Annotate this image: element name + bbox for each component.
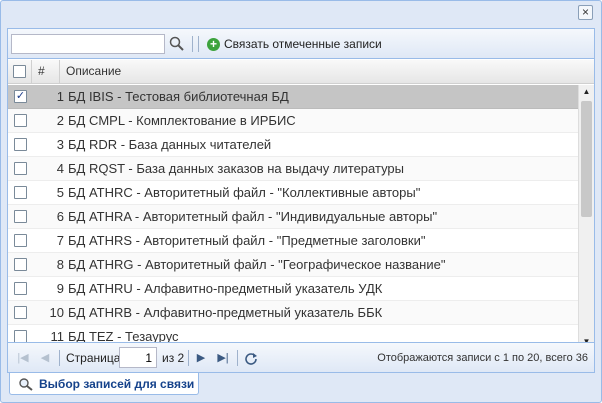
row-description: БД ATHRG - Авторитетный файл - "Географи… [68, 257, 446, 272]
link-records-window: × + Связать отмеченные записи # Описание… [0, 0, 602, 403]
grid-header: # Описание [8, 60, 594, 84]
page-count-label: из 2 [162, 351, 185, 365]
row-number: 8 [56, 257, 64, 272]
row-description: БД ATHRC - Авторитетный файл - "Коллекти… [68, 185, 421, 200]
first-page-icon[interactable]: |◀ [16, 351, 30, 365]
row-description: БД ATHRA - Авторитетный файл - "Индивиду… [68, 209, 438, 224]
row-number: 9 [56, 281, 64, 296]
records-grid-panel: + Связать отмеченные записи # Описание ✓… [7, 28, 595, 373]
toolbar-separator [198, 36, 199, 52]
link-selected-records-button[interactable]: + Связать отмеченные записи [207, 35, 382, 53]
table-row[interactable]: 5 БД ATHRC - Авторитетный файл - "Коллект… [8, 181, 578, 205]
row-description: БД ATHRB - Алфавитно-предметный указател… [68, 305, 383, 320]
table-row[interactable]: 6 БД ATHRA - Авторитетный файл - "Индивид… [8, 205, 578, 229]
refresh-icon[interactable] [244, 351, 258, 365]
row-checkbox[interactable] [14, 282, 27, 295]
row-checkbox[interactable] [14, 234, 27, 247]
scrollbar-thumb[interactable] [581, 101, 592, 217]
row-checkbox[interactable] [14, 210, 27, 223]
row-number: 5 [56, 185, 64, 200]
row-checkbox[interactable] [14, 162, 27, 175]
last-page-icon[interactable]: ▶| [216, 351, 230, 365]
toolbar-separator [188, 350, 189, 366]
vertical-scrollbar[interactable]: ▲ ▼ [578, 85, 594, 349]
select-all-column [8, 60, 32, 83]
row-checkbox[interactable]: ✓ [14, 90, 27, 103]
add-icon: + [207, 37, 220, 51]
column-header-description[interactable]: Описание [60, 60, 578, 83]
close-icon[interactable]: × [578, 5, 593, 20]
toolbar-separator [192, 36, 193, 52]
next-page-icon[interactable]: ▶ [194, 351, 208, 365]
paging-toolbar: |◀ ◀ Страница из 2 ▶ ▶| Отображаются зап… [8, 342, 594, 372]
tab-select-records[interactable]: Выбор записей для связи [9, 373, 199, 395]
table-row[interactable]: 7 БД ATHRS - Авторитетный файл - "Предмет… [8, 229, 578, 253]
select-all-checkbox[interactable] [13, 65, 26, 78]
scroll-up-icon[interactable]: ▲ [579, 85, 594, 99]
row-description: БД ATHRU - Алфавитно-предметный указател… [68, 281, 383, 296]
table-row[interactable]: 10 БД ATHRB - Алфавитно-предметный указат… [8, 301, 578, 325]
grid-toolbar: + Связать отмеченные записи [8, 29, 594, 59]
link-selected-records-label: Связать отмеченные записи [224, 37, 382, 51]
table-row[interactable]: 3 БД RDR - База данных читателей [8, 133, 578, 157]
row-description: БД RDR - База данных читателей [68, 137, 272, 152]
row-checkbox[interactable] [14, 138, 27, 151]
row-number: 3 [56, 137, 64, 152]
row-description: БД IBIS - Тестовая библиотечная БД [68, 89, 289, 104]
grid-body: ✓ 1 БД IBIS - Тестовая библиотечная БД 2 БД … [8, 85, 578, 349]
column-header-number[interactable]: # [32, 60, 60, 83]
table-row[interactable]: 2 БД CMPL - Комплектование в ИРБИС [8, 109, 578, 133]
row-number: 10 [49, 305, 64, 320]
search-icon[interactable] [168, 35, 186, 53]
row-checkbox[interactable] [14, 258, 27, 271]
table-row[interactable]: 9 БД ATHRU - Алфавитно-предметный указате… [8, 277, 578, 301]
table-row[interactable]: 8 БД ATHRG - Авторитетный файл - "Географ… [8, 253, 578, 277]
row-number: 1 [56, 89, 64, 104]
row-checkbox[interactable] [14, 186, 27, 199]
row-checkbox[interactable] [14, 306, 27, 319]
tab-label: Выбор записей для связи [39, 376, 195, 391]
row-number: 4 [56, 161, 64, 176]
row-number: 2 [56, 113, 64, 128]
row-number: 6 [56, 209, 64, 224]
search-input[interactable] [11, 34, 165, 54]
toolbar-separator [59, 350, 60, 366]
prev-page-icon[interactable]: ◀ [38, 351, 52, 365]
table-row[interactable]: ✓ 1 БД IBIS - Тестовая библиотечная БД [8, 85, 578, 109]
row-number: 7 [56, 233, 64, 248]
table-row[interactable]: 4 БД RQST - База данных заказов на выдачу… [8, 157, 578, 181]
row-description: БД ATHRS - Авторитетный файл - "Предметн… [68, 233, 426, 248]
records-display-info: Отображаются записи с 1 по 20, всего 36 [377, 352, 588, 364]
page-label: Страница [66, 351, 121, 365]
row-description: БД CMPL - Комплектование в ИРБИС [68, 113, 296, 128]
row-checkbox[interactable] [14, 114, 27, 127]
search-icon [19, 377, 33, 391]
row-description: БД RQST - База данных заказов на выдачу … [68, 161, 405, 176]
toolbar-separator [237, 350, 238, 366]
page-number-input[interactable] [119, 347, 157, 368]
